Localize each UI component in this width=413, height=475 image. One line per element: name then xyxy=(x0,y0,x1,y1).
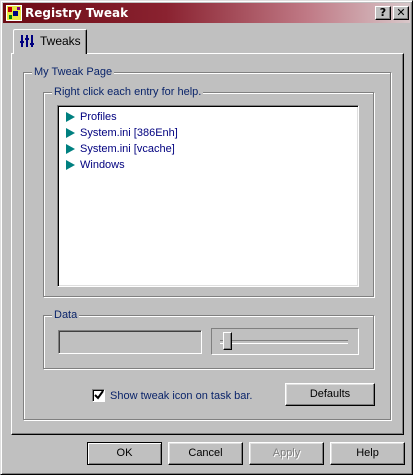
apply-button[interactable]: Apply xyxy=(249,442,324,465)
title-close-button[interactable]: ✕ xyxy=(393,6,409,20)
title-bar[interactable]: Registry Tweak ? ✕ xyxy=(3,3,410,23)
tab-panel xyxy=(11,53,404,435)
registry-tweak-app-icon xyxy=(6,5,22,21)
title-help-button[interactable]: ? xyxy=(375,6,391,20)
tab-tweaks[interactable]: Tweaks xyxy=(13,29,87,54)
tweaks-icon xyxy=(20,35,34,47)
window-title: Registry Tweak xyxy=(25,6,129,20)
cancel-button[interactable]: Cancel xyxy=(168,442,243,465)
ok-button[interactable]: OK xyxy=(87,442,162,465)
help-button[interactable]: Help xyxy=(330,442,405,465)
registry-tweak-window: Registry Tweak ? ✕ Tweaks My Tweak Page … xyxy=(0,0,413,475)
tab-tweaks-label: Tweaks xyxy=(40,34,81,48)
